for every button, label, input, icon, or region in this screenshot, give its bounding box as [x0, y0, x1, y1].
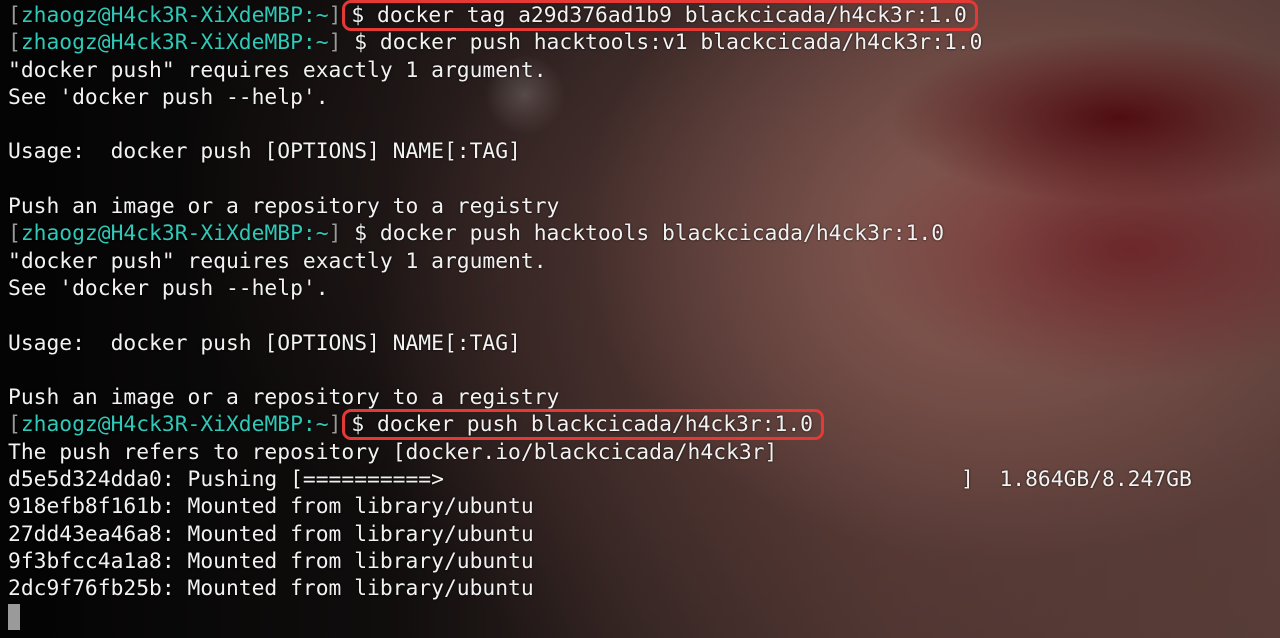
- prompt-line-push: [zhaogz@H4ck3R-XiXdeMBP:~] $ docker push …: [8, 409, 1280, 441]
- terminal-cursor[interactable]: [8, 604, 20, 630]
- prompt-path: :~: [302, 221, 329, 247]
- prompt-bracket-open: [: [8, 221, 21, 247]
- highlighted-command-tag: $ docker tag a29d376ad1b9 blackcicada/h4…: [342, 0, 978, 31]
- pushing-layer-text: d5e5d324dda0: Pushing [==========>: [8, 467, 444, 493]
- prompt-user-host: zhaogz@H4ck3R-XiXdeMBP: [20, 3, 303, 28]
- mounted-layer-line: 27dd43ea46a8: Mounted from library/ubunt…: [8, 521, 534, 547]
- prompt-path: :~: [302, 3, 329, 28]
- command-text: $ docker push hacktools blackcicada/h4ck…: [354, 221, 945, 247]
- highlighted-command-push: $ docker push blackcicada/h4ck3r:1.0: [342, 409, 824, 441]
- terminal-window[interactable]: [zhaogz@H4ck3R-XiXdeMBP:~] $ docker tag a…: [0, 0, 1280, 638]
- terminal-output: [zhaogz@H4ck3R-XiXdeMBP:~] $ docker tag a…: [8, 0, 1280, 603]
- prompt-bracket-open: [: [8, 30, 21, 56]
- prompt-bracket-open: [: [8, 3, 21, 28]
- error-see-help: See 'docker push --help'.: [8, 275, 329, 301]
- prompt-bracket-close: ]: [328, 221, 342, 247]
- prompt-user-host: zhaogz@H4ck3R-XiXdeMBP: [20, 412, 303, 438]
- push-refers-line: The push refers to repository [docker.io…: [8, 439, 778, 465]
- error-requires: "docker push" requires exactly 1 argumen…: [8, 248, 547, 274]
- usage-line: Usage: docker push [OPTIONS] NAME[:TAG]: [8, 139, 521, 165]
- prompt-path: :~: [302, 412, 329, 438]
- prompt-bracket-open: [: [8, 412, 21, 438]
- prompt-line-tag: [zhaogz@H4ck3R-XiXdeMBP:~] $ docker tag a…: [8, 0, 1280, 31]
- prompt-line-push-v1: [zhaogz@H4ck3R-XiXdeMBP:~] $ docker push…: [8, 29, 1280, 56]
- mounted-layer-line: 2dc9f76fb25b: Mounted from library/ubunt…: [8, 576, 534, 602]
- mounted-layer-line: 918efb8f161b: Mounted from library/ubunt…: [8, 494, 534, 520]
- prompt-line-push-hacktools: [zhaogz@H4ck3R-XiXdeMBP:~] $ docker push…: [8, 220, 1280, 247]
- command-text: $ docker push hacktools:v1 blackcicada/h…: [354, 30, 983, 56]
- description-line: Push an image or a repository to a regis…: [8, 385, 560, 411]
- push-progress-line: d5e5d324dda0: Pushing [==========> ] 1.86…: [8, 466, 1280, 493]
- description-line: Push an image or a repository to a regis…: [8, 194, 560, 220]
- push-progress-size: ] 1.864GB/8.247GB: [961, 467, 1192, 493]
- prompt-user-host: zhaogz@H4ck3R-XiXdeMBP: [20, 221, 303, 247]
- mounted-layer-line: 9f3bfcc4a1a8: Mounted from library/ubunt…: [8, 548, 534, 574]
- prompt-path: :~: [302, 30, 329, 56]
- error-see-help: See 'docker push --help'.: [8, 84, 329, 110]
- prompt-bracket-close: ]: [328, 412, 342, 438]
- prompt-bracket-close: ]: [328, 3, 342, 28]
- prompt-bracket-close: ]: [328, 30, 342, 56]
- error-requires: "docker push" requires exactly 1 argumen…: [8, 57, 547, 83]
- usage-line: Usage: docker push [OPTIONS] NAME[:TAG]: [8, 330, 521, 356]
- prompt-user-host: zhaogz@H4ck3R-XiXdeMBP: [20, 30, 303, 56]
